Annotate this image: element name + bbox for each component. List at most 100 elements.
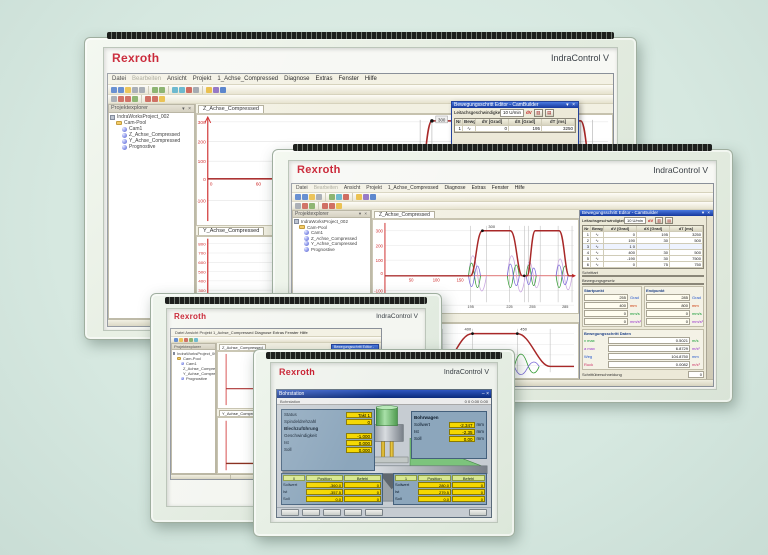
open-icon[interactable] [174, 337, 178, 342]
menu-projekt[interactable]: Projekt [193, 75, 212, 83]
pos-field[interactable]: 280.0 [418, 482, 451, 488]
copy-icon[interactable] [316, 194, 322, 200]
function-key-button[interactable] [323, 509, 341, 516]
menu-diagnose[interactable]: Diagnose [444, 185, 465, 191]
menu-line[interactable]: Datei Ansicht Projekt 1_Achse_Compressed… [175, 330, 308, 335]
tree-item[interactable]: Prognostive [173, 376, 214, 381]
pos-field[interactable]: 279.5 [418, 489, 451, 495]
menu-hilfe[interactable]: Hilfe [365, 75, 377, 83]
marker-icon[interactable] [302, 202, 308, 209]
function-key-button[interactable] [469, 509, 487, 516]
zoom-icon[interactable] [172, 86, 178, 93]
new-icon[interactable] [111, 86, 117, 93]
zoom-icon[interactable] [194, 337, 198, 342]
ist-field[interactable]: 0.000 [346, 439, 372, 446]
insert-step-button[interactable]: ▥ [533, 109, 543, 117]
start-v-field[interactable]: 0 [584, 309, 628, 317]
cmd-field[interactable]: 0 [452, 496, 485, 502]
schrittart-select[interactable]: Standardschritt▾ [582, 274, 704, 277]
new-icon[interactable] [295, 194, 301, 200]
tree-item[interactable]: Prognostive [294, 247, 369, 253]
curve-icon[interactable] [145, 96, 151, 102]
online-icon[interactable] [363, 194, 369, 200]
function-key-button[interactable] [302, 509, 320, 516]
save-icon[interactable] [179, 337, 183, 342]
menu-fenster[interactable]: Fenster [492, 185, 509, 191]
save-icon[interactable] [125, 86, 131, 93]
spindle-field[interactable]: 0 [346, 419, 372, 425]
pos-field[interactable]: 0.0 [418, 496, 451, 502]
dock-buttons[interactable]: ▾ × [182, 106, 192, 112]
settings-icon[interactable] [220, 86, 226, 93]
print-icon[interactable] [295, 202, 301, 209]
bewegungsgesetz-select[interactable]: Allgemeine Bewegung: Polynom 5. Ordnung▾ [582, 282, 704, 285]
cut-icon[interactable] [132, 86, 138, 93]
run-icon[interactable] [186, 86, 192, 93]
ueberschneidung-field[interactable]: 0 [688, 370, 704, 378]
pos-field[interactable]: 0.0 [306, 496, 343, 502]
soll-field[interactable]: 0.00 [448, 435, 475, 442]
copy-icon[interactable] [139, 86, 145, 93]
speed-field[interactable]: -1.000 [346, 432, 372, 439]
cmd-field[interactable]: 0 [344, 482, 381, 488]
cmd-field[interactable]: 0 [452, 489, 485, 495]
tree-item[interactable]: Prognostive [110, 144, 193, 150]
hmi-menu-strip[interactable]: Bohrstation [280, 399, 300, 404]
run-icon[interactable] [184, 337, 188, 342]
step-row[interactable]: 1 ∿ 0 195 3250 [455, 125, 575, 132]
end-y-field[interactable]: 800 [646, 301, 690, 309]
point-icon[interactable] [329, 202, 335, 209]
menu-diagnose[interactable]: Diagnose [284, 75, 309, 83]
window-buttons[interactable]: – × [482, 391, 489, 397]
open-icon[interactable] [118, 86, 124, 93]
sollwert-field[interactable]: -2.347 [448, 421, 475, 428]
start-a-field[interactable]: 0 [584, 317, 628, 325]
grid-icon[interactable] [309, 202, 315, 209]
menu-datei[interactable]: Datei [296, 185, 308, 191]
vertical-scrollbar[interactable] [706, 215, 713, 379]
online-icon[interactable] [213, 86, 219, 93]
insert-step-button[interactable]: ▥ [655, 216, 664, 224]
menu-bearbeiten[interactable]: Bearbeiten [132, 75, 161, 83]
end-v-field[interactable]: 0 [646, 309, 690, 317]
open-icon[interactable] [302, 194, 308, 200]
save-icon[interactable] [309, 194, 315, 200]
tab-z-achse[interactable]: Z_Achse_Compressed [374, 211, 435, 218]
ist-field[interactable]: -2.35 [448, 428, 475, 435]
grid-icon[interactable] [189, 337, 193, 342]
menu-extras[interactable]: Extras [472, 185, 486, 191]
end-a-field[interactable]: 0 [646, 317, 690, 325]
pos-field[interactable]: -357.5 [306, 489, 343, 495]
end-x-field[interactable]: 285 [646, 293, 690, 301]
cmd-field[interactable]: 0 [344, 496, 381, 502]
dock-buttons[interactable]: ▾ × [359, 211, 368, 217]
menu-hilfe[interactable]: Hilfe [515, 185, 525, 191]
cmd-field[interactable]: 0 [452, 482, 485, 488]
soll-field[interactable]: 0.000 [346, 446, 372, 453]
menu-extras[interactable]: Extras [315, 75, 332, 83]
redo-icon[interactable] [159, 86, 165, 93]
function-key-button[interactable] [365, 509, 383, 516]
delete-step-button[interactable]: ▤ [544, 109, 554, 117]
step-row[interactable]: 6 ∿ 0 75 750 [583, 261, 703, 268]
menu-fenster[interactable]: Fenster [339, 75, 359, 83]
menu-bearbeiten[interactable]: Bearbeiten [314, 185, 338, 191]
speed-value[interactable]: 10 U/min [500, 109, 525, 117]
point-icon[interactable] [152, 96, 158, 102]
tab-z-achse[interactable]: Z_Achse_Compressed [198, 105, 264, 113]
delete-step-button[interactable]: ▤ [665, 216, 674, 224]
menu-ansicht[interactable]: Ansicht [167, 75, 187, 83]
function-key-button[interactable] [281, 509, 299, 516]
grid-icon[interactable] [132, 96, 138, 102]
marker-icon[interactable] [118, 96, 124, 102]
segment-icon[interactable] [125, 96, 131, 102]
download-icon[interactable] [206, 86, 212, 93]
download-icon[interactable] [356, 194, 362, 200]
table-icon[interactable] [336, 202, 342, 209]
menu-datei[interactable]: Datei [112, 75, 126, 83]
tab-y-achse[interactable]: Y_Achse_Compressed [198, 227, 265, 235]
menu-ansicht[interactable]: Ansicht [344, 185, 360, 191]
undo-icon[interactable] [152, 86, 158, 93]
zoom-icon[interactable] [336, 194, 342, 200]
run-icon[interactable] [343, 194, 349, 200]
